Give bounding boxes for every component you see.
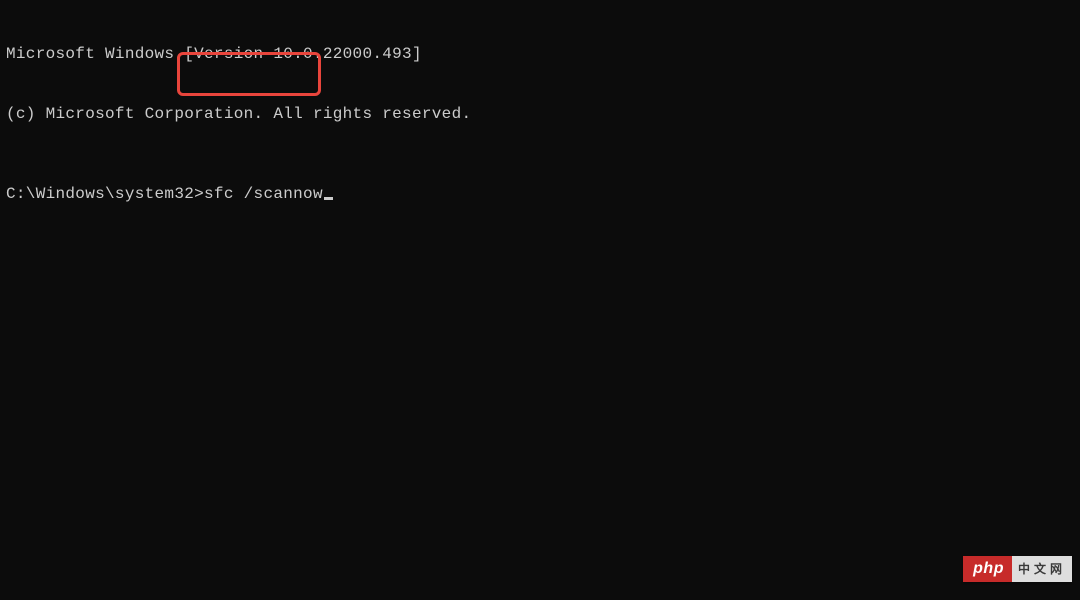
header-line-2: (c) Microsoft Corporation. All rights re…	[6, 104, 1074, 124]
cursor-icon	[324, 197, 333, 200]
watermark-left: php	[963, 556, 1012, 582]
prompt-line[interactable]: C:\Windows\system32>sfc /scannow	[6, 184, 1074, 204]
watermark-right: 中文网	[1012, 556, 1072, 582]
terminal-output[interactable]: Microsoft Windows [Version 10.0.22000.49…	[6, 4, 1074, 224]
watermark-badge: php 中文网	[963, 556, 1072, 582]
header-line-1: Microsoft Windows [Version 10.0.22000.49…	[6, 44, 1074, 64]
prompt-text: C:\Windows\system32>	[6, 184, 204, 204]
command-input[interactable]: sfc /scannow	[204, 184, 323, 204]
